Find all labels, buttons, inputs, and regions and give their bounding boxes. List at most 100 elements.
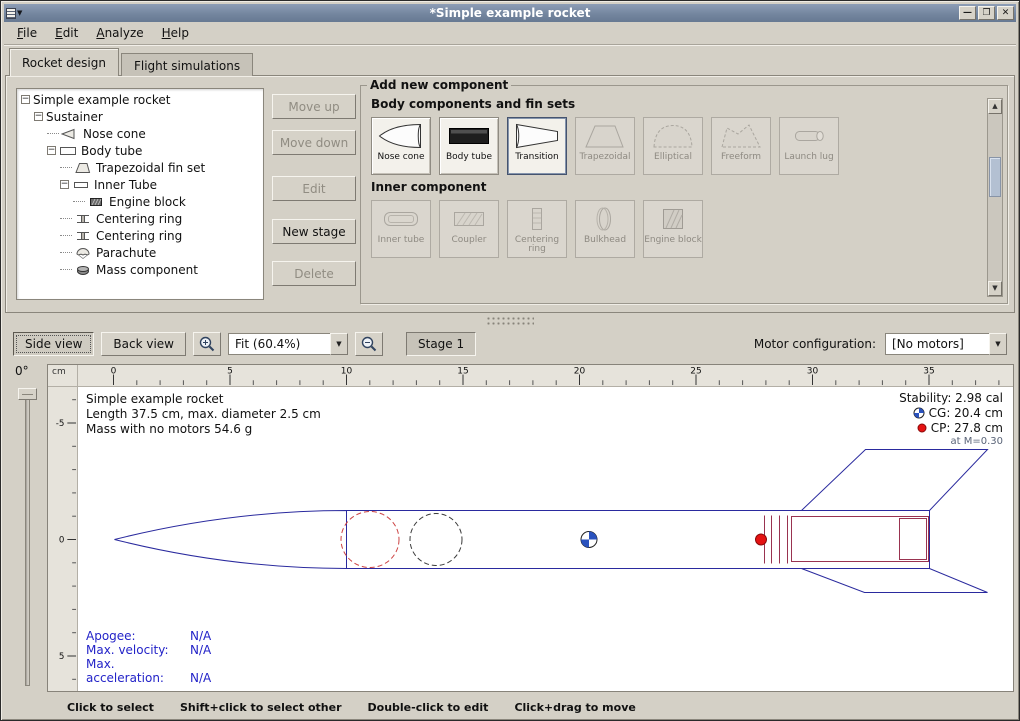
maximize-button[interactable]: ❐ bbox=[978, 6, 995, 20]
parachute-icon bbox=[74, 247, 92, 259]
scroll-down-icon[interactable]: ▼ bbox=[988, 281, 1002, 296]
splitter-handle[interactable] bbox=[5, 313, 1015, 328]
add-nose-cone-button[interactable]: Nose cone bbox=[371, 117, 431, 175]
svg-text:5: 5 bbox=[59, 652, 65, 662]
scene: Simple example rocket Length 37.5 cm, ma… bbox=[78, 387, 1013, 691]
body-tube-shape[interactable] bbox=[347, 511, 930, 569]
menu-file[interactable]: File bbox=[8, 22, 46, 44]
motor-combo-arrow[interactable]: ▼ bbox=[989, 333, 1007, 355]
tab-flight-simulations[interactable]: Flight simulations bbox=[121, 53, 253, 76]
scroll-thumb[interactable] bbox=[989, 157, 1001, 197]
nose-cone-icon bbox=[61, 128, 79, 140]
tree-item-centering-ring[interactable]: Centering ring bbox=[17, 227, 263, 244]
tree-item-nose-cone[interactable]: Nose cone bbox=[17, 125, 263, 142]
trapezoidal-icon bbox=[582, 121, 628, 151]
tree-item-inner-tube[interactable]: −Inner Tube bbox=[17, 176, 263, 193]
rotation-slider-track[interactable] bbox=[25, 391, 30, 686]
side-view-button[interactable]: Side view bbox=[13, 332, 94, 356]
add-trapezoidal-button: Trapezoidal bbox=[575, 117, 635, 175]
component-tree: −Simple example rocket−SustainerNose con… bbox=[16, 88, 264, 300]
tree-item-simple-example-rocket[interactable]: −Simple example rocket bbox=[17, 91, 263, 108]
component-scrollbar[interactable]: ▲ ▼ bbox=[987, 98, 1003, 297]
rocket-dimensions: Length 37.5 cm, max. diameter 2.5 cm bbox=[86, 407, 321, 422]
expander-minus-icon[interactable]: − bbox=[34, 112, 43, 121]
close-button[interactable]: ✕ bbox=[997, 6, 1014, 20]
centering-ring-icon bbox=[514, 204, 560, 234]
fin-top-shape[interactable] bbox=[802, 450, 988, 511]
new-stage-button[interactable]: New stage bbox=[272, 219, 356, 244]
zoom-out-button[interactable] bbox=[355, 332, 383, 356]
cg-icon bbox=[913, 407, 925, 419]
centering-ring-icon bbox=[74, 230, 92, 242]
tab-rocket-design[interactable]: Rocket design bbox=[9, 48, 119, 76]
move-up-button: Move up bbox=[272, 94, 356, 119]
status-hint: Click+drag to move bbox=[514, 701, 635, 714]
add-transition-button[interactable]: Transition bbox=[507, 117, 567, 175]
titlebar[interactable]: ▼ *Simple example rocket — ❐ ✕ bbox=[4, 4, 1016, 22]
window-controls: — ❐ ✕ bbox=[959, 6, 1014, 20]
back-view-button[interactable]: Back view bbox=[101, 332, 186, 356]
menu-edit[interactable]: Edit bbox=[46, 22, 87, 44]
nose-cone-shape[interactable] bbox=[115, 511, 347, 569]
chevron-down-icon: ▼ bbox=[336, 340, 341, 348]
minimize-button[interactable]: — bbox=[959, 6, 976, 20]
stage-1-toggle[interactable]: Stage 1 bbox=[406, 332, 476, 356]
elliptical-icon bbox=[650, 121, 696, 151]
tree-item-centering-ring[interactable]: Centering ring bbox=[17, 210, 263, 227]
cp-value: CP: 27.8 cm bbox=[931, 421, 1003, 435]
design-panel: −Simple example rocket−SustainerNose con… bbox=[5, 75, 1015, 313]
launch-lug-icon bbox=[786, 121, 832, 151]
tree-item-engine-block[interactable]: Engine block bbox=[17, 193, 263, 210]
rotation-control: 0° bbox=[7, 364, 45, 692]
add-elliptical-button: Elliptical bbox=[643, 117, 703, 175]
mass-component-dashed-outline[interactable] bbox=[410, 514, 462, 566]
motor-configuration-combo[interactable]: [No motors] ▼ bbox=[885, 333, 1007, 355]
tree-connector bbox=[60, 252, 72, 253]
tree-item-parachute[interactable]: Parachute bbox=[17, 244, 263, 261]
flight-data: Apogee:N/AMax. velocity:N/AMax. accelera… bbox=[86, 629, 211, 685]
expander-minus-icon[interactable]: − bbox=[47, 146, 56, 155]
fin-set-icon bbox=[74, 162, 92, 174]
tree-connector bbox=[60, 235, 72, 236]
inner-tube-icon bbox=[72, 179, 90, 191]
nose-cone-icon bbox=[378, 121, 424, 151]
zoom-combo[interactable]: Fit (60.4%) ▼ bbox=[228, 333, 348, 355]
section-label-body-components-and-fin-sets: Body components and fin sets bbox=[371, 97, 1007, 111]
svg-text:10: 10 bbox=[341, 367, 352, 377]
zoom-combo-arrow[interactable]: ▼ bbox=[330, 333, 348, 355]
tree-item-sustainer[interactable]: −Sustainer bbox=[17, 108, 263, 125]
expander-minus-icon[interactable]: − bbox=[21, 95, 30, 104]
window-title: *Simple example rocket bbox=[4, 4, 1016, 22]
menu-help[interactable]: Help bbox=[153, 22, 198, 44]
inner-tube-shape bbox=[792, 517, 929, 562]
bulkhead-icon bbox=[582, 204, 628, 234]
motor-mount-group[interactable] bbox=[765, 516, 929, 564]
rocket-canvas: cm 05101520253035 -505 bbox=[47, 364, 1014, 692]
add-bulkhead-button: Bulkhead bbox=[575, 200, 635, 258]
scroll-up-icon[interactable]: ▲ bbox=[988, 99, 1002, 114]
add-freeform-button: Freeform bbox=[711, 117, 771, 175]
svg-text:20: 20 bbox=[574, 367, 585, 377]
mach-note: at M=0.30 bbox=[899, 436, 1003, 447]
expander-minus-icon[interactable]: − bbox=[60, 180, 69, 189]
tree-item-trapezoidal-fin-set[interactable]: Trapezoidal fin set bbox=[17, 159, 263, 176]
centering-ring-icon bbox=[74, 213, 92, 225]
rocket-info: Simple example rocket Length 37.5 cm, ma… bbox=[86, 392, 321, 437]
body-tube-icon bbox=[446, 121, 492, 151]
svg-text:5: 5 bbox=[227, 367, 233, 377]
add-body-tube-button[interactable]: Body tube bbox=[439, 117, 499, 175]
fin-bottom-shape[interactable] bbox=[802, 569, 988, 593]
status-hint: Double-click to edit bbox=[368, 701, 489, 714]
rotation-slider-thumb[interactable] bbox=[18, 388, 37, 400]
splitter-grip bbox=[486, 322, 534, 325]
parachute-dashed-outline[interactable] bbox=[341, 512, 399, 568]
menu-analyze[interactable]: Analyze bbox=[87, 22, 152, 44]
tree-item-body-tube[interactable]: −Body tube bbox=[17, 142, 263, 159]
zoom-value: Fit (60.4%) bbox=[228, 333, 330, 355]
menubar: FileEditAnalyzeHelp bbox=[4, 22, 1016, 45]
system-menu-icon[interactable]: ▼ bbox=[6, 6, 24, 20]
engine-block-icon bbox=[650, 204, 696, 234]
tree-item-mass-component[interactable]: Mass component bbox=[17, 261, 263, 278]
add-centering-ring-button: Centering ring bbox=[507, 200, 567, 258]
zoom-in-button[interactable] bbox=[193, 332, 221, 356]
